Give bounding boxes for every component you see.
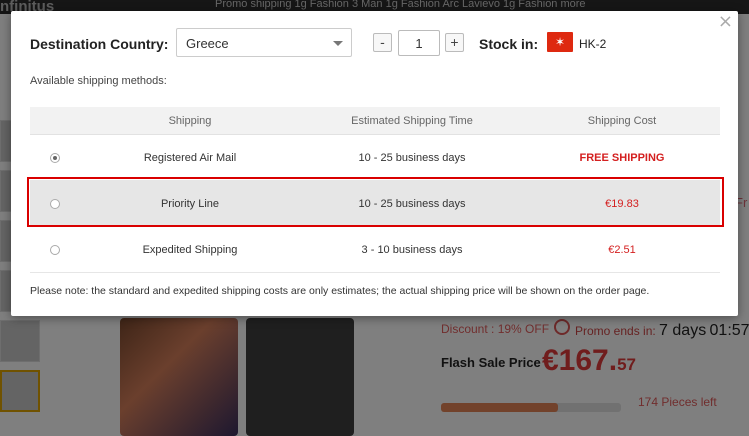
radio-button[interactable] xyxy=(50,198,60,209)
shipping-cost: €19.83 xyxy=(605,197,639,210)
close-icon[interactable]: × xyxy=(718,11,733,32)
shipping-cost: FREE SHIPPING xyxy=(579,151,665,164)
header-radio xyxy=(30,107,80,134)
quantity-input[interactable] xyxy=(398,30,440,56)
shipping-row-priority-line[interactable]: Priority Line 10 - 25 business days €19.… xyxy=(30,181,720,227)
header-time: Estimated Shipping Time xyxy=(351,115,473,127)
shipping-method: Priority Line xyxy=(160,197,220,210)
shipping-time: 10 - 25 business days xyxy=(358,197,466,210)
shipping-note: Please note: the standard and expedited … xyxy=(30,285,650,297)
shipping-table: Shipping Estimated Shipping Time Shippin… xyxy=(30,107,720,273)
radio-button-selected[interactable] xyxy=(50,152,60,163)
flag-glyph: ✶ xyxy=(554,35,566,49)
shipping-method: Registered Air Mail xyxy=(143,151,237,164)
stock-warehouse: HK-2 xyxy=(579,37,607,51)
table-header: Shipping Estimated Shipping Time Shippin… xyxy=(30,107,720,135)
destination-row: Destination Country: Greece - + Stock in… xyxy=(30,28,720,58)
shipping-time: 3 - 10 business days xyxy=(361,243,463,256)
quantity-increment-button[interactable]: + xyxy=(445,33,464,52)
radio-cell xyxy=(30,244,80,255)
header-cost: Shipping Cost xyxy=(587,115,657,127)
stock-label: Stock in: xyxy=(479,36,539,52)
shipping-method: Expedited Shipping xyxy=(142,243,238,256)
shipping-cost: €2.51 xyxy=(608,243,636,256)
radio-cell xyxy=(30,152,80,163)
country-select[interactable]: Greece xyxy=(176,28,352,57)
hong-kong-flag-icon: ✶ xyxy=(547,32,573,52)
quantity-decrement-button[interactable]: - xyxy=(373,33,392,52)
radio-button[interactable] xyxy=(50,244,60,255)
radio-cell xyxy=(30,198,80,209)
shipping-modal: × Destination Country: Greece - + Stock … xyxy=(11,11,738,316)
country-value: Greece xyxy=(186,36,229,51)
header-shipping: Shipping xyxy=(168,115,212,127)
destination-label: Destination Country: xyxy=(30,36,169,52)
shipping-row-registered-air-mail[interactable]: Registered Air Mail 10 - 25 business day… xyxy=(30,135,720,181)
available-methods-label: Available shipping methods: xyxy=(30,75,167,87)
shipping-time: 10 - 25 business days xyxy=(358,151,466,164)
chevron-down-icon xyxy=(333,41,343,46)
shipping-row-expedited[interactable]: Expedited Shipping 3 - 10 business days … xyxy=(30,227,720,273)
